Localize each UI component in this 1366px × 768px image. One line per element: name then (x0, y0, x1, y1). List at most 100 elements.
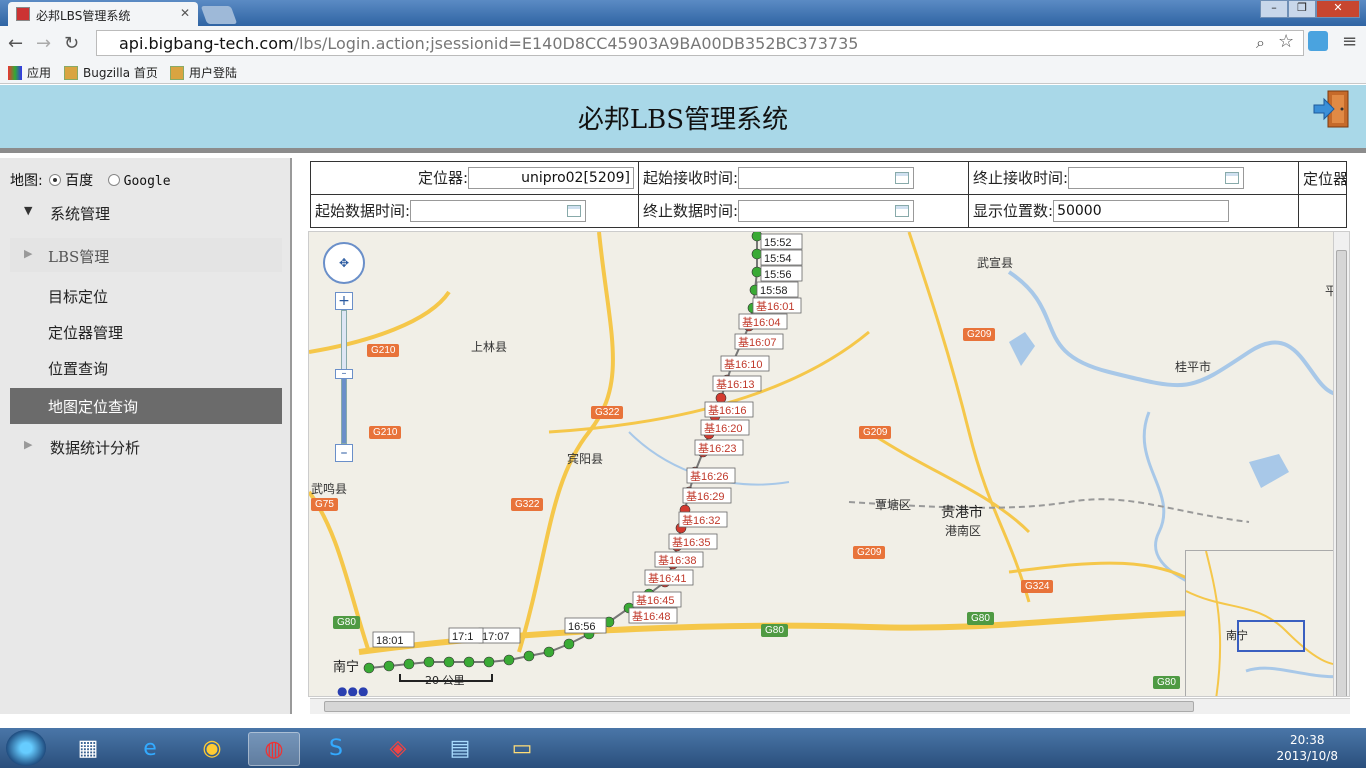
reload-icon[interactable]: ↻ (64, 33, 79, 54)
bookmark-apps[interactable]: 应用 (8, 64, 51, 81)
track-time-label-text: 基16:32 (682, 514, 721, 527)
start-button[interactable] (6, 730, 46, 766)
track-time-label-text: 15:56 (764, 269, 792, 281)
exit-icon[interactable] (1312, 89, 1352, 129)
menu-group-lbs-label: LBS管理 (48, 248, 110, 266)
overview-map[interactable]: 南宁 (1185, 550, 1349, 696)
system-clock[interactable]: 20:38 2013/10/8 (1276, 732, 1338, 764)
scrollbar-thumb[interactable] (324, 701, 1194, 712)
zoom-icon[interactable]: ⌕ (1256, 33, 1265, 53)
track-time-label-text: 17:07 (482, 631, 510, 643)
track-time-label-text: 基16:16 (708, 404, 747, 417)
radio-google[interactable] (107, 174, 120, 186)
start-data-cell: 起始数据时间: (310, 194, 639, 228)
menu-group-system[interactable]: ▼ 系统管理 (10, 194, 282, 228)
track-marker (483, 656, 495, 668)
end-recv-input[interactable] (1068, 167, 1245, 190)
track-time-label-text: 基16:20 (704, 422, 743, 435)
road-shield-label: G210 (371, 345, 396, 356)
sidebar-item-map-query[interactable]: 地图定位查询 (10, 388, 282, 424)
ie-icon[interactable]: e (124, 732, 176, 766)
calculator-icon[interactable]: ▦ (62, 732, 114, 766)
map-scrollbar-horizontal[interactable] (310, 698, 1350, 714)
back-icon[interactable]: ← (8, 33, 23, 54)
minimize-button[interactable]: – (1260, 0, 1288, 18)
bookmark-bugzilla[interactable]: Bugzilla 首页 (64, 64, 158, 81)
zoom-slider-handle[interactable]: – (335, 369, 353, 379)
road-shield-label: G324 (1025, 581, 1050, 592)
track-time-label: 基16:29 (682, 487, 732, 504)
road-shield: G210 (369, 426, 402, 439)
app-header: 必邦LBS管理系统 (0, 85, 1366, 153)
calendar-icon[interactable] (567, 205, 582, 218)
count-label: 显示位置数: (973, 201, 1054, 220)
sogou-icon[interactable]: S (310, 732, 362, 766)
track-time-label: 基16:16 (704, 401, 754, 418)
map-scrollbar-vertical[interactable] (1333, 232, 1349, 696)
ultraedit-icon[interactable]: ◉ (186, 732, 238, 766)
pan-control-icon[interactable]: ✥ (323, 242, 365, 284)
sidebar-item-target-locate[interactable]: 目标定位 (10, 278, 282, 314)
locator-extra-cell: 定位器 (1298, 161, 1347, 195)
extension-icon[interactable] (1308, 31, 1328, 51)
road-shield: G322 (591, 406, 624, 419)
count-cell: 显示位置数: 50000 (968, 194, 1299, 228)
calendar-icon[interactable] (1225, 172, 1240, 185)
radio-baidu[interactable] (49, 174, 62, 186)
caret-right-icon: ▶ (24, 438, 33, 451)
sidebar-item-label: 目标定位 (48, 288, 109, 306)
track-time-label-text: 基16:04 (742, 316, 781, 329)
calendar-icon[interactable] (895, 172, 910, 185)
page-title: 必邦LBS管理系统 (577, 105, 789, 135)
main-content: 定位器: unipro02[5209] 起始接收时间: 终止接收时间: 定位器 起… (294, 158, 1366, 714)
road (907, 232, 1031, 603)
app-icon[interactable]: ▤ (434, 732, 486, 766)
track-time-label: 15:52 (760, 233, 803, 250)
chrome-icon[interactable]: ◍ (248, 732, 300, 766)
locator-value: unipro02[5209] (521, 170, 630, 187)
track-time-label: 基16:26 (686, 467, 736, 484)
sidebar-item-position-query[interactable]: 位置查询 (10, 350, 282, 386)
track-time-label: 17:1 (448, 627, 484, 644)
sidebar-item-label: 位置查询 (48, 360, 109, 378)
sidebar-item-locator-manage[interactable]: 定位器管理 (10, 314, 282, 350)
app-icon[interactable]: ◈ (372, 732, 424, 766)
menu-group-stats[interactable]: ▶ 数据统计分析 (10, 428, 282, 462)
bookmark-login[interactable]: 用户登陆 (170, 64, 237, 81)
menu-icon[interactable]: ≡ (1342, 31, 1357, 52)
count-input[interactable]: 50000 (1053, 200, 1230, 223)
map-view[interactable]: 15:52 15:54 15:56 15:58 基16:01 基16:04 基16:07 基1… (308, 231, 1350, 697)
start-data-input[interactable] (410, 200, 587, 223)
star-icon[interactable]: ☆ (1278, 31, 1294, 52)
address-bar[interactable]: api.bigbang-tech.com/lbs/Login.action;js… (96, 30, 1304, 56)
close-window-button[interactable]: ✕ (1316, 0, 1360, 18)
tab-close-icon[interactable]: ✕ (180, 6, 190, 20)
end-data-input[interactable] (738, 200, 915, 223)
tab-title: 必邦LBS管理系统 (36, 9, 131, 23)
zoom-in-button[interactable]: + (335, 292, 353, 310)
track-time-label: 16:56 (564, 617, 607, 634)
locator-input[interactable]: unipro02[5209] (468, 167, 634, 190)
scrollbar-thumb[interactable] (1336, 250, 1347, 696)
calendar-icon[interactable] (895, 205, 910, 218)
track-time-label: 基16:20 (700, 419, 750, 436)
forward-icon[interactable]: → (36, 33, 51, 54)
locator-label: 定位器: (417, 168, 468, 187)
browser-tab[interactable]: 必邦LBS管理系统 ✕ (8, 2, 198, 26)
folder-icon[interactable]: ▭ (496, 732, 548, 766)
place-label: 港南区 (945, 524, 982, 538)
road-shield: G209 (859, 426, 892, 439)
bookmark-login-label: 用户登陆 (189, 66, 238, 80)
menu-group-lbs[interactable]: ▶ LBS管理 (10, 238, 282, 272)
locator-cell: 定位器: unipro02[5209] (310, 161, 639, 195)
track-marker (715, 392, 727, 404)
map-provider-select: 地图: 百度 Google (10, 170, 171, 190)
overview-map-canvas (1185, 550, 1349, 696)
maximize-button[interactable]: ❐ (1288, 0, 1316, 18)
zoom-out-button[interactable]: – (335, 444, 353, 462)
start-data-label: 起始数据时间: (315, 201, 411, 220)
track-time-label: 基16:10 (720, 355, 770, 372)
new-tab-button[interactable] (200, 6, 238, 24)
start-recv-input[interactable] (738, 167, 915, 190)
url-path: /lbs/Login.action;jsessionid=E140D8CC459… (293, 34, 859, 53)
